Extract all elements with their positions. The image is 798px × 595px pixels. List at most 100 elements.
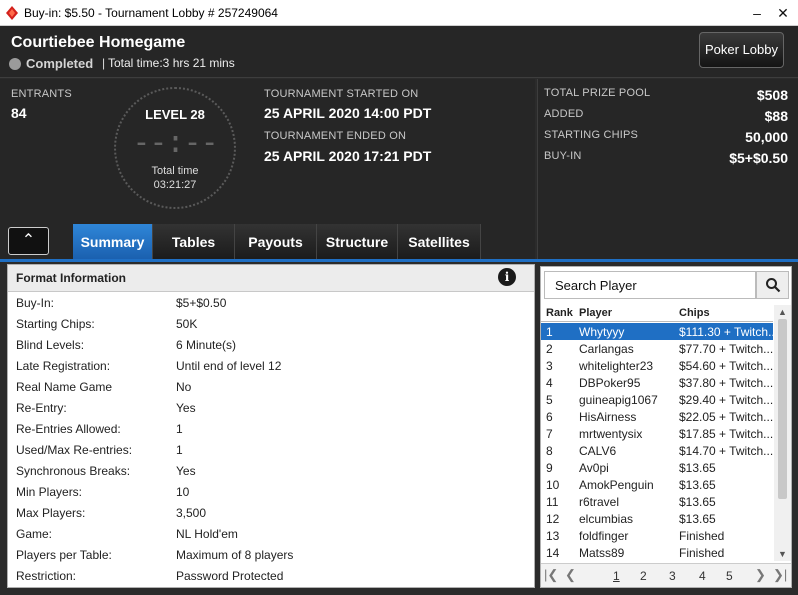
column-player[interactable]: Player — [579, 307, 612, 319]
header-separator: | — [102, 56, 106, 70]
player-row[interactable]: 3 whitelighter23 $54.60 + Twitch... — [541, 357, 773, 374]
window-titlebar: Buy-in: $5.50 - Tournament Lobby # 25724… — [0, 0, 798, 26]
column-rank[interactable]: Rank — [546, 307, 573, 319]
player-row[interactable]: 12 elcumbias $13.65 — [541, 510, 773, 527]
player-rank: 9 — [546, 461, 553, 475]
player-name: AmokPenguin — [579, 478, 654, 492]
player-name: CALV6 — [579, 444, 617, 458]
player-rank: 3 — [546, 359, 553, 373]
player-row[interactable]: 10 AmokPenguin $13.65 — [541, 476, 773, 493]
minimize-icon[interactable]: – — [746, 3, 768, 23]
player-name: foldfinger — [579, 529, 629, 543]
player-rank: 12 — [546, 512, 560, 526]
close-icon[interactable]: ✕ — [772, 3, 794, 23]
starting-chips-value: 50,000 — [745, 129, 788, 145]
format-row-label: Game: — [16, 527, 53, 541]
page-4[interactable]: 4 — [699, 569, 706, 583]
format-row: Used/Max Re-entries: 1 — [8, 440, 534, 461]
format-row: Synchronous Breaks: Yes — [8, 461, 534, 482]
format-header: Format Information i — [8, 265, 534, 292]
ended-label: TOURNAMENT ENDED ON — [264, 130, 407, 142]
player-chips: $17.85 + Twitch... — [679, 427, 773, 441]
tab-summary[interactable]: Summary — [73, 224, 153, 260]
player-row[interactable]: 9 Av0pi $13.65 — [541, 459, 773, 476]
collapse-button[interactable]: ⌃ — [8, 227, 49, 255]
format-row: Re-Entries Allowed: 1 — [8, 419, 534, 440]
player-row[interactable]: 6 HisAirness $22.05 + Twitch... — [541, 408, 773, 425]
prev-page-icon[interactable]: ❮ — [565, 567, 576, 583]
player-rank: 4 — [546, 376, 553, 390]
page-2[interactable]: 2 — [640, 569, 647, 583]
format-row-label: Late Registration: — [16, 359, 111, 373]
search-button[interactable] — [756, 271, 789, 299]
poker-lobby-button[interactable]: Poker Lobby — [699, 32, 784, 68]
page-3[interactable]: 3 — [669, 569, 676, 583]
player-row[interactable]: 4 DBPoker95 $37.80 + Twitch... — [541, 374, 773, 391]
player-chips: $22.05 + Twitch... — [679, 410, 773, 424]
format-row: Game: NL Hold'em — [8, 524, 534, 545]
pokerstars-logo-icon — [6, 6, 18, 20]
player-rank: 14 — [546, 546, 560, 560]
page-5[interactable]: 5 — [726, 569, 733, 583]
format-row-label: Players per Table: — [16, 548, 112, 562]
tab-tables[interactable]: Tables — [153, 224, 235, 260]
format-row-value: Maximum of 8 players — [176, 548, 294, 562]
format-row: Late Registration: Until end of level 12 — [8, 356, 534, 377]
player-row[interactable]: 2 Carlangas $77.70 + Twitch... — [541, 340, 773, 357]
format-row: Re-Entry: Yes — [8, 398, 534, 419]
format-row-value: 10 — [176, 485, 190, 499]
player-row[interactable]: 5 guineapig1067 $29.40 + Twitch... — [541, 391, 773, 408]
clock-digits: --:-- — [132, 125, 218, 160]
format-row-label: Restriction: — [16, 569, 77, 583]
format-title: Format Information — [16, 271, 126, 285]
last-page-icon[interactable]: ❯| — [773, 567, 787, 583]
player-name: DBPoker95 — [579, 376, 641, 390]
player-list-scrollbar[interactable]: ▲ ▼ — [774, 305, 791, 561]
format-row-value: Yes — [176, 464, 196, 478]
player-pager: |❮ ❮ 1 2 3 4 5 ❯ ❯| — [541, 563, 791, 587]
search-player-input[interactable]: Search Player — [544, 271, 756, 299]
first-page-icon[interactable]: |❮ — [544, 567, 558, 583]
scrollbar-thumb[interactable] — [778, 319, 787, 499]
column-chips[interactable]: Chips — [679, 307, 710, 319]
format-row: Blind Levels: 6 Minute(s) — [8, 335, 534, 356]
player-row[interactable]: 13 foldfinger Finished — [541, 527, 773, 544]
next-page-icon[interactable]: ❯ — [755, 567, 766, 583]
player-row[interactable]: 7 mrtwentysix $17.85 + Twitch... — [541, 425, 773, 442]
format-row-label: Re-Entry: — [16, 401, 67, 415]
scroll-down-icon[interactable]: ▼ — [778, 549, 787, 559]
player-rank: 8 — [546, 444, 553, 458]
player-name: Whytyyy — [579, 325, 625, 339]
tab-payouts[interactable]: Payouts — [235, 224, 317, 260]
scroll-up-icon[interactable]: ▲ — [778, 307, 787, 317]
format-row: Real Name Game No — [8, 377, 534, 398]
format-row-label: Re-Entries Allowed: — [16, 422, 121, 436]
player-row[interactable]: 1 Whytyyy $111.30 + Twitch... — [541, 323, 773, 340]
format-row-label: Synchronous Breaks: — [16, 464, 131, 478]
prize-pool-value: $508 — [756, 87, 788, 103]
player-chips: $14.70 + Twitch... — [679, 444, 773, 458]
player-chips: $29.40 + Twitch... — [679, 393, 773, 407]
format-row-value: Yes — [176, 401, 196, 415]
player-rank: 7 — [546, 427, 553, 441]
info-icon[interactable]: i — [498, 268, 516, 286]
player-chips: $13.65 — [679, 461, 716, 475]
window-title: Buy-in: $5.50 - Tournament Lobby # 25724… — [24, 6, 278, 20]
level-label: LEVEL 28 — [145, 107, 205, 122]
player-row[interactable]: 8 CALV6 $14.70 + Twitch... — [541, 442, 773, 459]
player-row[interactable]: 14 Matss89 Finished — [541, 544, 773, 561]
player-name: guineapig1067 — [579, 393, 658, 407]
page-1[interactable]: 1 — [613, 569, 620, 583]
tab-satellites[interactable]: Satellites — [398, 224, 481, 260]
tab-structure[interactable]: Structure — [317, 224, 398, 260]
chevron-double-up-icon: ⌃ — [21, 232, 36, 249]
buyin-value: $5+$0.50 — [729, 150, 788, 166]
player-row[interactable]: 11 r6travel $13.65 — [541, 493, 773, 510]
clock-total-time-label: Total time — [151, 165, 199, 177]
header-total-time: Total time:3 hrs 21 mins — [108, 56, 235, 70]
format-row-value: 6 Minute(s) — [176, 338, 237, 352]
format-row-label: Real Name Game — [16, 380, 113, 394]
status-dot-icon — [9, 58, 21, 70]
search-placeholder: Search Player — [555, 278, 637, 293]
format-row-label: Starting Chips: — [16, 317, 95, 331]
